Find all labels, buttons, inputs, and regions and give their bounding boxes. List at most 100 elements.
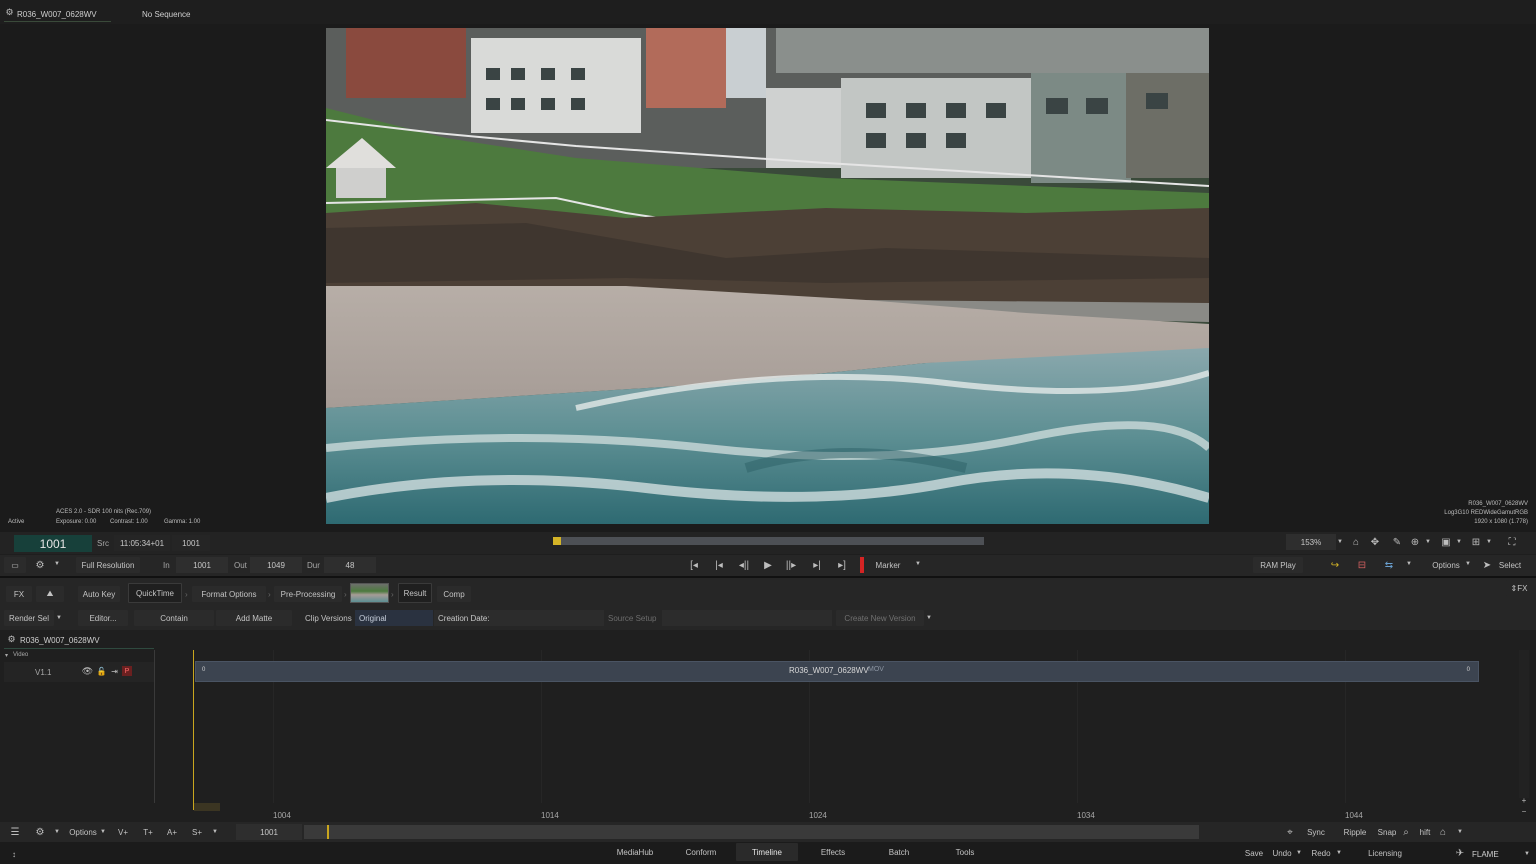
gear-icon[interactable]: ⚙ bbox=[5, 7, 14, 17]
marker-button[interactable]: Marker bbox=[867, 557, 909, 573]
add-audio-track-button[interactable]: A+ bbox=[164, 824, 180, 840]
timeline-scroll-bar[interactable] bbox=[304, 825, 1199, 839]
chevron-down-icon[interactable]: ▼ bbox=[1457, 827, 1463, 837]
dur-field[interactable]: 48 bbox=[324, 557, 376, 573]
current-frame-field[interactable]: 1001 bbox=[14, 535, 92, 552]
overlay-icon[interactable]: ▣ bbox=[1440, 536, 1452, 548]
tab-quicktime[interactable]: QuickTime bbox=[128, 583, 182, 603]
select-button[interactable]: Select bbox=[1494, 557, 1526, 573]
tab-effects[interactable]: Effects bbox=[806, 843, 860, 861]
go-to-end-icon[interactable]: ▸] bbox=[833, 558, 851, 572]
lock-icon[interactable]: 🔓 bbox=[96, 666, 107, 677]
play-icon[interactable]: ▶ bbox=[759, 558, 777, 572]
step-forward-icon[interactable]: ||▸ bbox=[782, 558, 800, 572]
fx-toggle-button[interactable]: ⇕ FX bbox=[1506, 580, 1532, 596]
home-icon[interactable]: ⌂ bbox=[1350, 536, 1362, 548]
chevron-down-icon[interactable]: ▼ bbox=[1464, 559, 1472, 569]
create-new-version-button[interactable]: Create New Version bbox=[836, 610, 924, 626]
tab-batch[interactable]: Batch bbox=[872, 843, 926, 861]
scrub-handle[interactable] bbox=[553, 537, 561, 545]
zoom-in-icon[interactable]: + bbox=[1519, 795, 1529, 805]
chevron-down-icon[interactable]: ▼ bbox=[1296, 848, 1302, 858]
gear-icon[interactable]: ⚙ bbox=[34, 825, 46, 839]
chevron-down-icon[interactable]: ▼ bbox=[925, 613, 933, 623]
clip-version-select[interactable]: Original bbox=[355, 610, 433, 626]
eyedropper-icon[interactable]: ✎ bbox=[1391, 536, 1403, 548]
focus-icon[interactable]: ⌖ bbox=[1283, 825, 1297, 839]
tab-timeline[interactable]: Timeline bbox=[736, 843, 798, 861]
pointer-icon[interactable]: ➤ bbox=[1482, 558, 1492, 572]
patch-icon[interactable]: ⇥ bbox=[109, 666, 120, 677]
add-subtitle-track-button[interactable]: S+ bbox=[189, 824, 205, 840]
viewer-image[interactable] bbox=[326, 28, 1209, 524]
chevron-down-icon[interactable]: ▼ bbox=[1425, 537, 1431, 547]
zoom-out-icon[interactable]: − bbox=[1519, 806, 1529, 816]
view-mode-button[interactable]: ▭ bbox=[4, 557, 26, 573]
ripple-button[interactable]: Ripple bbox=[1340, 824, 1370, 840]
search-icon[interactable]: ⌕ bbox=[1400, 825, 1412, 839]
creation-date-field[interactable]: Creation Date: bbox=[434, 610, 604, 626]
gear-icon[interactable]: ⚙ bbox=[34, 558, 46, 572]
overwrite-icon[interactable]: ⊟ bbox=[1354, 558, 1370, 572]
eye-icon[interactable]: 👁 bbox=[82, 666, 93, 677]
sync-button[interactable]: Sync bbox=[1303, 824, 1329, 840]
timeline-area[interactable] bbox=[0, 630, 1536, 822]
thumbnail-button[interactable]: ⛰ bbox=[36, 586, 64, 602]
chevron-down-icon[interactable]: ▼ bbox=[1337, 537, 1343, 547]
chevron-down-icon[interactable]: ▼ bbox=[54, 827, 60, 837]
editor-button[interactable]: Editor... bbox=[78, 610, 128, 626]
chevron-down-icon[interactable]: ▼ bbox=[914, 559, 922, 569]
redo-button[interactable]: Redo bbox=[1309, 845, 1333, 861]
src-timecode-field[interactable]: 11:05:34+01 bbox=[114, 535, 170, 551]
src-frame-field[interactable]: 1001 bbox=[172, 535, 210, 551]
source-setup-field[interactable] bbox=[662, 610, 832, 626]
tab-format-options[interactable]: Format Options bbox=[192, 586, 266, 602]
chevron-down-icon[interactable]: ▼ bbox=[1486, 537, 1492, 547]
out-field[interactable]: 1049 bbox=[250, 557, 302, 573]
chevron-down-icon[interactable]: ▼ bbox=[54, 559, 60, 569]
step-back-icon[interactable]: ◂|| bbox=[735, 558, 753, 572]
chevron-down-icon[interactable]: ▼ bbox=[1336, 848, 1342, 858]
chevron-down-icon[interactable]: ▼ bbox=[1456, 537, 1462, 547]
previous-frame-icon[interactable]: |◂ bbox=[710, 558, 728, 572]
chevron-down-icon[interactable]: ▼ bbox=[100, 827, 106, 837]
clip-name[interactable]: R036_W007_0628WV bbox=[17, 10, 97, 19]
snap-button[interactable]: Snap bbox=[1375, 824, 1399, 840]
sequence-name[interactable]: No Sequence bbox=[142, 10, 190, 19]
clip-thumbnail[interactable] bbox=[350, 583, 389, 603]
crosshair-icon[interactable]: ⊕ bbox=[1409, 536, 1421, 548]
tab-result[interactable]: Result bbox=[398, 583, 432, 603]
fullscreen-icon[interactable]: ⛶ bbox=[1506, 536, 1518, 548]
save-button[interactable]: Save bbox=[1241, 845, 1267, 861]
track-badge[interactable]: P bbox=[122, 666, 132, 676]
replace-icon[interactable]: ⇆ bbox=[1381, 558, 1397, 572]
timeline-playhead[interactable] bbox=[193, 650, 194, 810]
add-video-track-button[interactable]: V+ bbox=[115, 824, 131, 840]
scrub-bar[interactable] bbox=[561, 537, 984, 545]
ram-play-button[interactable]: RAM Play bbox=[1253, 557, 1303, 573]
add-title-track-button[interactable]: T+ bbox=[140, 824, 156, 840]
home-icon[interactable]: ⌂ bbox=[1437, 825, 1449, 839]
add-matte-button[interactable]: Add Matte bbox=[216, 610, 292, 626]
gear-icon[interactable]: ⚙ bbox=[7, 634, 16, 644]
fx-button[interactable]: FX bbox=[6, 586, 32, 602]
tab-pre-processing[interactable]: Pre-Processing bbox=[274, 586, 342, 602]
chevron-down-icon[interactable]: ▼ bbox=[55, 613, 63, 623]
undo-button[interactable]: Undo bbox=[1270, 845, 1294, 861]
auto-key-button[interactable]: Auto Key bbox=[78, 586, 120, 602]
guides-icon[interactable]: ⊞ bbox=[1470, 536, 1482, 548]
resolution-button[interactable]: Full Resolution bbox=[76, 557, 140, 573]
expand-triangle-icon[interactable]: ▾ bbox=[5, 652, 8, 659]
options-button[interactable]: Options bbox=[1428, 557, 1464, 573]
vertical-scrollbar[interactable] bbox=[1519, 650, 1529, 798]
render-sel-button[interactable]: Render Sel bbox=[4, 610, 54, 626]
timeline-options-button[interactable]: Options bbox=[65, 824, 101, 840]
tab-mediahub[interactable]: MediaHub bbox=[608, 843, 662, 861]
zoom-field[interactable]: 153% bbox=[1286, 534, 1336, 550]
go-to-start-icon[interactable]: [◂ bbox=[685, 558, 703, 572]
timeline-clip[interactable]: 0 R036_W007_0628WV MOV 0 bbox=[195, 661, 1479, 682]
insert-icon[interactable]: ↪ bbox=[1327, 558, 1343, 572]
chevron-down-icon[interactable]: ▼ bbox=[212, 827, 218, 837]
timeline-frame-field[interactable]: 1001 bbox=[236, 824, 302, 840]
tab-tools[interactable]: Tools bbox=[938, 843, 992, 861]
